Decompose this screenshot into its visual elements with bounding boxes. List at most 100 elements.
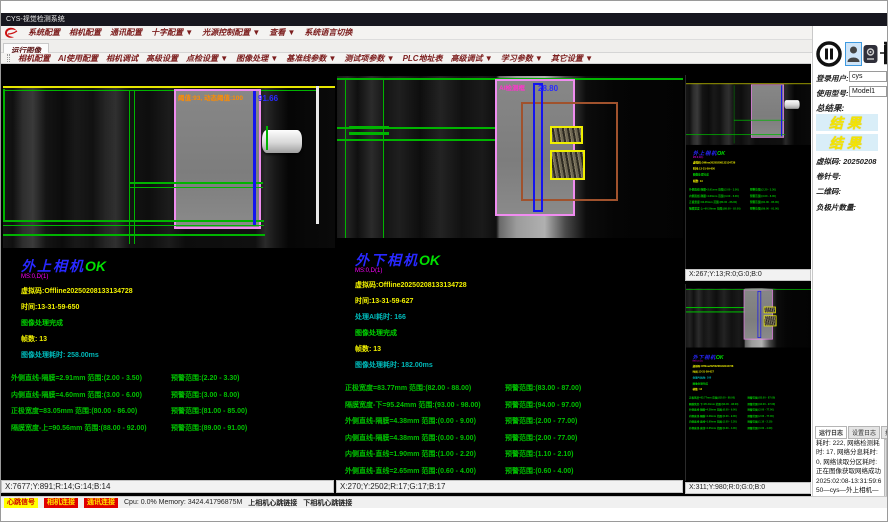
overlay-measure-blue-rect (533, 83, 543, 212)
camera-view-lower-outer[interactable]: AI检测框 28.80 外下相机OK MS:0,D(1) 虚拟码:Offline… (337, 64, 683, 480)
overlay-measure-blue-line (253, 91, 256, 225)
done-line: 图像处理完成 (345, 328, 681, 338)
titlebar[interactable]: CYS-视觉检测系统 (1, 13, 887, 26)
virtual-code-label: 虚拟码: 20250208 (816, 156, 876, 167)
measurement-row: 隔膜宽度-上=90.56mm 范围:(88.00 - 92.00)预警范围:(8… (11, 423, 333, 433)
menu-item[interactable]: 系统语言切换 (304, 27, 352, 38)
camera-image-lower[interactable]: AI检测框 28.80 (337, 76, 683, 238)
menu-item[interactable]: 查看 ▼ (269, 27, 295, 38)
toolbar-item[interactable]: AI使用配置 (58, 53, 98, 64)
camera-view-upper-outer[interactable]: 阈值:93, 动态阈值:100 91.66 外上相机OK MS:0,D(1) 虚… (3, 64, 335, 480)
menu-item[interactable]: 十字配置 ▼ (151, 27, 193, 38)
cursor-status-mini-lower: X:311;Y:980;R:0;G:0;B:0 (685, 482, 811, 494)
toolbar: 相机配置 AI使用配置 相机调试 高级设置 点检设置 ▼ 图像处理 ▼ 基准线参… (1, 53, 811, 64)
menu-item[interactable]: 系统配置 (28, 27, 60, 38)
camera-name: 外上相机 (21, 258, 85, 274)
cpu-memory-status: Cpu: 0.0% Memory: 3424.41796875M (124, 499, 242, 506)
main-area: 阈值:93, 动态阈值:100 91.66 外上相机OK MS:0,D(1) 虚… (1, 64, 811, 496)
user-button[interactable] (846, 43, 861, 65)
overlay-green-line (129, 182, 263, 184)
frames-line: 帧数: 13 (11, 334, 333, 344)
camera-readout-lower: 外下相机OK MS:0,D(1) 虚拟码:Offline202502081331… (345, 250, 681, 476)
camera-readout-upper: 外上相机OK MS:0,D(1) 虚拟码:Offline202502081331… (11, 256, 333, 433)
toolbar-item[interactable]: 学习参数 ▼ (501, 53, 543, 64)
measurement-row: 外侧直线-隔膜=2.91mm 范围:(2.00 - 3.50)预警范围:(2.2… (11, 373, 333, 383)
toolbar-item[interactable]: 高级调试 ▼ (451, 53, 493, 64)
camera-image-upper[interactable]: 阈值:93, 动态阈值:100 91.66 (3, 86, 335, 248)
upper-camera-heartbeat-link[interactable]: 上相机心跳链接 (248, 498, 297, 508)
toolbar-item[interactable]: 基准线参数 ▼ (286, 53, 336, 64)
settings-button[interactable] (863, 43, 878, 65)
heartbeat-badge: 心跳信号 (4, 498, 38, 508)
toolbar-item[interactable]: 相机配置 (18, 53, 50, 64)
login-user-label: 登录用户: (816, 73, 849, 84)
pause-button[interactable] (816, 41, 842, 67)
comm-connect-badge: 通讯连接 (84, 498, 118, 508)
roller-object (262, 130, 302, 153)
ai-box-label: AI检测框 (499, 82, 525, 92)
menu-item[interactable]: 相机配置 (69, 27, 101, 38)
measurement-row: 隔膜宽度-下=95.24mm 范围:(93.00 - 98.00)预警范围:(9… (345, 400, 681, 410)
measure-value-label: 28.80 (538, 84, 558, 93)
toolbar-item[interactable]: 其它设置 ▼ (551, 53, 593, 64)
mini-image-lower (686, 288, 811, 347)
done-line: 图像处理完成 (11, 318, 333, 328)
measure-value-label: 91.66 (258, 94, 278, 103)
menu-item[interactable]: 光源控制配置 ▼ (202, 27, 260, 38)
log-tab-strip: 运行日志 设置日志 报警日志 (815, 426, 888, 439)
mini-view-upper[interactable]: 外上相机OK MS:0,D(1) 虚拟码:Offline202502081331… (685, 75, 811, 269)
toolbar-item[interactable]: 高级设置 (146, 53, 178, 64)
elapsed-line: 图像处理耗时: 258.00ms (11, 350, 333, 360)
overlay-green-line (383, 78, 384, 238)
overlay-green-line (3, 90, 319, 91)
toolbar-item[interactable]: 相机调试 (106, 53, 138, 64)
pin-number-label: 卷针号: (816, 171, 841, 182)
camera-connect-badge: 相机连接 (44, 498, 78, 508)
overlay-green-line (3, 225, 264, 226)
measurement-row: 外侧直线-隔膜=4.38mm 范围:(0.00 - 9.00)预警范围:(2.0… (345, 416, 681, 426)
tab-settings-log[interactable]: 设置日志 (848, 426, 880, 439)
qr-code-label: 二维码: (816, 186, 841, 197)
result-display-2: 结果 (816, 134, 878, 151)
overlay-green-line (345, 78, 346, 238)
measurement-row: 正极宽度=83.05mm 范围:(80.00 - 86.00)预警范围:(81.… (11, 406, 333, 416)
toolbar-item[interactable]: 测试项参数 ▼ (344, 53, 394, 64)
window-title: CYS-视觉检测系统 (6, 16, 65, 23)
control-panel: 登录用户: cys 使用型号: Model1 总结果: 结果 结果 虚拟码: 2… (812, 26, 888, 496)
elapsed-line: 图像处理耗时: 182.00ms (345, 360, 681, 370)
lower-camera-heartbeat-link[interactable]: 下相机心跳链接 (303, 498, 352, 508)
exit-button[interactable] (880, 41, 888, 65)
login-user-field[interactable]: cys (849, 71, 887, 82)
mini-view-lower[interactable]: 外下相机OK MS:0,D(1) 虚拟码:Offline202502081331… (685, 284, 811, 481)
virtual-code-value: 20250208 (843, 157, 876, 166)
ai-elapsed-line: 处理AI耗时: 166 (345, 312, 681, 322)
measurement-row: 外侧直线-直线=2.65mm 范围:(0.60 - 4.00)预警范围:(0.6… (345, 466, 681, 476)
mini-image-upper (686, 83, 811, 145)
barcode-line: 虚拟码:Offline20250208133134728 (11, 286, 333, 296)
app-logo-icon (4, 27, 19, 39)
measurement-row: 内侧直线-隔膜=4.60mm 范围:(3.00 - 6.00)预警范围:(3.0… (11, 390, 333, 400)
measurement-rows: 正极宽度=83.77mm 范围:(82.00 - 88.00)预警范围:(83.… (345, 383, 681, 476)
overlay-green-line (129, 187, 263, 188)
tab-strip: 运行图像 (1, 40, 887, 53)
toolbar-item[interactable]: 图像处理 ▼ (236, 53, 278, 64)
log-text: 耗时: 222, 网络检测耗时: 17, 网络分息耗时: 0, 网络读取分区耗时… (816, 439, 884, 496)
toolbar-item[interactable]: PLC地址表 (403, 53, 443, 64)
tab-alarm-log[interactable]: 报警日志 (881, 426, 888, 439)
toolbar-item[interactable]: 点检设置 ▼ (186, 53, 228, 64)
overlay-green-line (266, 126, 268, 150)
negative-count-label: 负极片数量: (816, 202, 856, 213)
window-status-bar: 心跳信号 相机连接 通讯连接 Cpu: 0.0% Memory: 3424.41… (1, 496, 887, 508)
tab-run-log[interactable]: 运行日志 (815, 426, 847, 439)
log-scrollbar[interactable] (884, 439, 887, 496)
overlay-green-line (349, 132, 389, 135)
overlay-green-line (3, 234, 265, 236)
menu-item[interactable]: 通讯配置 (110, 27, 142, 38)
overlay-green-line (3, 89, 5, 222)
model-field[interactable]: Model1 (849, 86, 887, 97)
overlay-green-line (3, 220, 264, 222)
measurement-row: 内侧直线-直线=1.90mm 范围:(1.00 - 2.20)预警范围:(1.1… (345, 449, 681, 459)
overlay-baseline-yellow (3, 86, 335, 88)
cursor-status-lower: X:270;Y:2502;R:17;G:17;B:17 (336, 480, 683, 493)
toolbar-grip[interactable] (7, 54, 10, 62)
